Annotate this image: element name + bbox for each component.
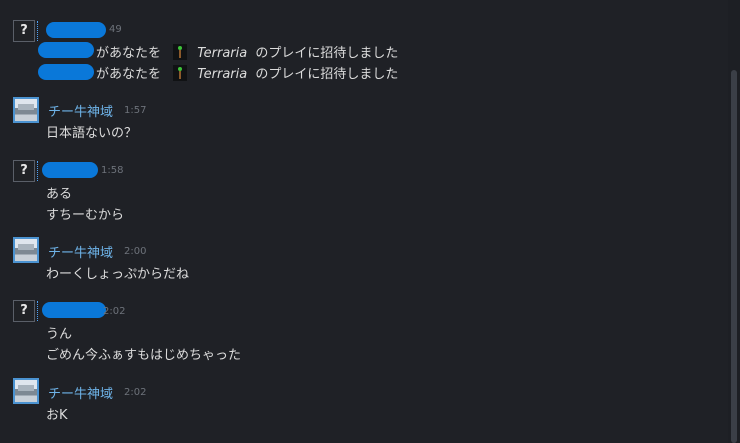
unknown-avatar-icon[interactable]: ? [13,160,38,182]
invite-prefix: があなたを [96,46,162,61]
scrollbar-track[interactable] [728,0,740,443]
game-name[interactable]: Terraria [197,46,247,61]
sender-name[interactable]: チー牛神域 [48,101,113,120]
chat-log: ? 49 があなたを Terraria のプレイに招待しました があなたを Te… [0,0,728,443]
sender-name[interactable]: チー牛神域 [48,383,113,402]
unknown-avatar-icon[interactable]: ? [13,300,38,322]
redacted-sender-name [42,302,106,318]
user-avatar[interactable] [13,237,39,263]
sender-name[interactable]: チー牛神域 [48,242,113,261]
message-text: 日本語ないの？ [46,126,138,141]
game-invite[interactable]: があなたを Terraria のプレイに招待しました [96,63,398,82]
user-avatar[interactable] [13,378,39,404]
game-invite[interactable]: があなたを Terraria のプレイに招待しました [96,42,398,61]
user-avatar[interactable] [13,97,39,123]
redacted-inviter-name [38,64,94,80]
invite-suffix: のプレイに招待しました [255,67,399,82]
message-time: 1:58 [101,165,124,176]
message-text: わーくしょっぷからだね [46,267,190,282]
redacted-sender-name [46,22,106,38]
message-time: 2:02 [124,387,147,398]
game-name[interactable]: Terraria [197,67,247,82]
message-text: うん [46,327,73,342]
message-text: ある [46,187,73,202]
invite-prefix: があなたを [96,67,162,82]
message-text: ごめん今ふぁすもはじめちゃった [46,348,242,363]
message-text: おK [46,408,68,423]
scrollbar-thumb[interactable] [731,70,737,443]
message-time: 1:57 [124,105,147,116]
redacted-sender-name [42,162,98,178]
terraria-game-icon [173,65,188,81]
message-text: すちーむから [46,208,125,223]
unknown-avatar-icon[interactable]: ? [13,20,38,42]
message-time: 49 [109,24,122,35]
invite-suffix: のプレイに招待しました [255,46,399,61]
terraria-game-icon [173,44,188,60]
message-time: 2:00 [124,246,147,257]
redacted-inviter-name [38,42,94,58]
message-time: 2:02 [103,306,126,317]
